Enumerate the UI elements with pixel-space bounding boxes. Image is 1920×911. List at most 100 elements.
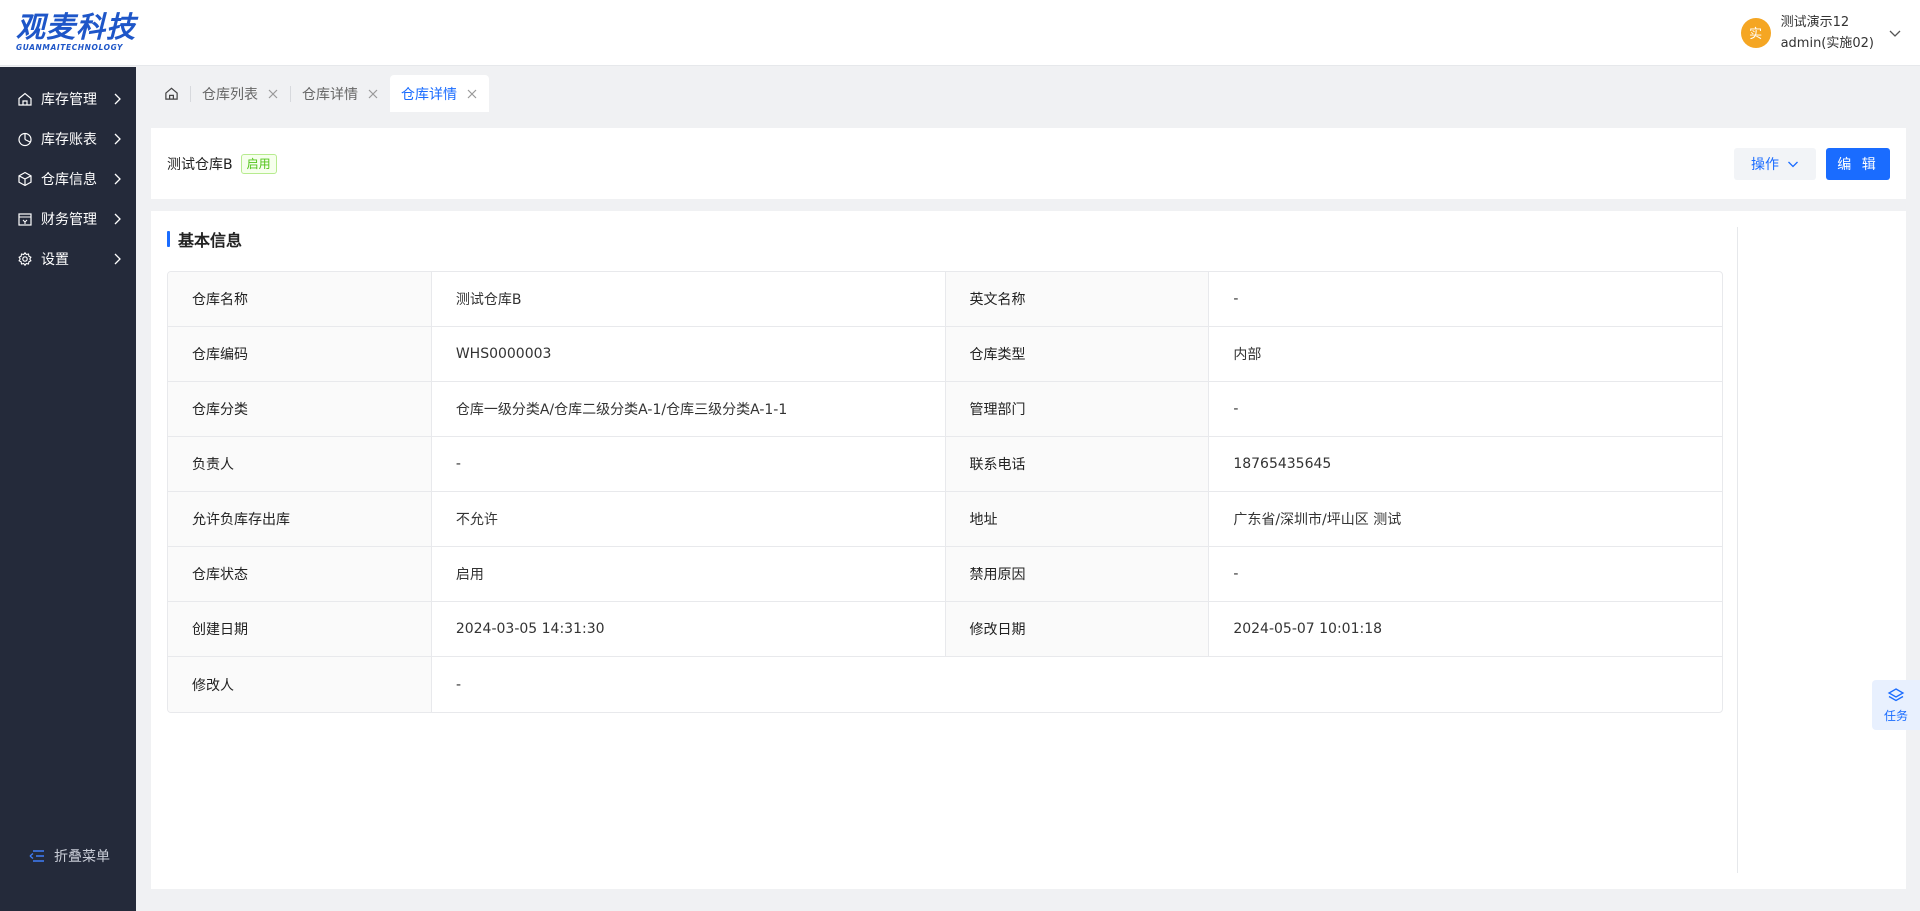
task-label: 任务 — [1883, 708, 1908, 723]
field-label: 修改日期 — [945, 602, 1210, 656]
tab-label: 仓库详情 — [302, 86, 358, 103]
sidebar-item-label: 设置 — [41, 252, 69, 268]
page-tabs: 仓库列表 仓库详情 仓库详情 — [136, 67, 1920, 112]
field-value: 测试仓库B — [432, 272, 946, 326]
table-row: 仓库分类 仓库一级分类A/仓库二级分类A-1/仓库三级分类A-1-1 管理部门 … — [168, 382, 1722, 437]
field-value: 广东省/深圳市/坪山区 测试 — [1233, 512, 1402, 528]
section-title-text: 基本信息 — [178, 231, 243, 250]
tab-warehouse-detail-active[interactable]: 仓库详情 — [390, 75, 489, 112]
cube-icon — [16, 170, 34, 188]
sidebar: 库存管理 库存账表 仓库信息 财务管理 设置 折叠菜单 — [0, 67, 136, 911]
field-label: 仓库类型 — [945, 327, 1210, 381]
field-value: - — [1233, 566, 1239, 582]
field-value: - — [456, 676, 462, 693]
layers-icon — [1887, 687, 1905, 701]
operation-dropdown-button[interactable]: 操作 — [1734, 147, 1816, 180]
user-menu[interactable]: 实 测试演示12 admin(实施02) — [1740, 12, 1902, 54]
home-icon — [16, 90, 34, 108]
user-account: admin(实施02) — [1780, 35, 1874, 51]
sidebar-item-finance[interactable]: 财务管理 — [0, 199, 136, 239]
chevron-down-icon[interactable] — [1888, 26, 1902, 40]
field-label: 负责人 — [168, 437, 432, 491]
sidebar-item-label: 仓库信息 — [41, 172, 97, 188]
top-header: 观麦科技 GUANMAITECHNOLOGY 实 测试演示12 admin(实施… — [0, 0, 1920, 66]
field-label: 允许负库存出库 — [168, 492, 432, 546]
operation-label: 操作 — [1751, 156, 1779, 173]
field-label: 联系电话 — [945, 437, 1210, 491]
close-icon[interactable] — [267, 88, 279, 100]
basic-info-card: 基本信息 仓库名称 测试仓库B 英文名称 - 仓库编码 WHS0000003 仓… — [151, 211, 1906, 889]
tab-label: 仓库列表 — [202, 86, 258, 103]
field-value: 18765435645 — [1233, 456, 1332, 472]
field-label: 修改人 — [168, 657, 432, 712]
menu-fold-icon — [29, 850, 44, 862]
table-row: 仓库状态 启用 禁用原因 - — [168, 547, 1722, 602]
logo-subtext: GUANMAITECHNOLOGY — [16, 43, 124, 52]
field-label: 地址 — [945, 492, 1210, 546]
sidebar-item-inventory[interactable]: 库存管理 — [0, 79, 136, 119]
sidebar-item-label: 财务管理 — [41, 212, 97, 228]
field-value: 启用 — [432, 547, 946, 601]
edit-button[interactable]: 编 辑 — [1826, 147, 1890, 180]
field-value: 仓库一级分类A/仓库二级分类A-1/仓库三级分类A-1-1 — [432, 382, 946, 436]
field-value: - — [1233, 291, 1239, 307]
sidebar-item-label: 库存管理 — [41, 92, 97, 108]
section-title-bar — [167, 231, 170, 247]
table-row: 创建日期 2024-03-05 14:31:30 修改日期 2024-05-07… — [168, 602, 1722, 657]
tab-label: 仓库详情 — [401, 86, 457, 103]
chevron-right-icon — [114, 133, 121, 145]
logo-text: 观麦科技 — [16, 10, 137, 44]
tab-home[interactable] — [152, 75, 190, 112]
detail-table: 仓库名称 测试仓库B 英文名称 - 仓库编码 WHS0000003 仓库类型 内… — [167, 271, 1723, 713]
field-value: WHS0000003 — [432, 327, 946, 381]
collapse-label: 折叠菜单 — [54, 849, 110, 865]
warehouse-name: 测试仓库B — [167, 156, 233, 173]
field-label: 英文名称 — [945, 272, 1210, 326]
divider — [1737, 227, 1738, 873]
field-label: 仓库状态 — [168, 547, 432, 601]
tab-warehouse-detail[interactable]: 仓库详情 — [291, 75, 390, 112]
detail-header-card: 测试仓库B 启用 操作 编 辑 — [151, 128, 1906, 199]
brand-logo[interactable]: 观麦科技 GUANMAITECHNOLOGY — [16, 12, 136, 53]
table-row: 修改人 - — [168, 657, 1722, 712]
sidebar-item-label: 库存账表 — [41, 132, 97, 148]
task-float-button[interactable]: 任务 — [1872, 680, 1920, 730]
table-row: 负责人 - 联系电话 18765435645 — [168, 437, 1722, 492]
field-value: - — [1233, 401, 1239, 417]
status-badge: 启用 — [240, 153, 277, 174]
table-row: 仓库名称 测试仓库B 英文名称 - — [168, 272, 1722, 327]
chevron-down-icon — [1788, 161, 1798, 167]
table-row: 允许负库存出库 不允许 地址 广东省/深圳市/坪山区 测试 — [168, 492, 1722, 547]
tab-warehouse-list[interactable]: 仓库列表 — [191, 75, 290, 112]
chevron-right-icon — [114, 173, 121, 185]
field-value: 2024-05-07 10:01:18 — [1233, 621, 1383, 637]
field-label: 仓库分类 — [168, 382, 432, 436]
header-actions: 操作 编 辑 — [1734, 147, 1890, 180]
avatar: 实 — [1740, 17, 1771, 48]
field-value: 不允许 — [432, 492, 946, 546]
chevron-right-icon — [114, 253, 121, 265]
sidebar-item-settings[interactable]: 设置 — [0, 239, 136, 279]
gear-icon — [16, 250, 34, 268]
field-value: 2024-03-05 14:31:30 — [432, 602, 946, 656]
sidebar-item-inventory-report[interactable]: 库存账表 — [0, 119, 136, 159]
section-title: 基本信息 — [167, 227, 242, 251]
field-label: 管理部门 — [945, 382, 1210, 436]
pie-chart-icon — [16, 130, 34, 148]
field-label: 创建日期 — [168, 602, 432, 656]
close-icon[interactable] — [466, 88, 478, 100]
sidebar-item-warehouse-info[interactable]: 仓库信息 — [0, 159, 136, 199]
home-icon — [164, 87, 178, 100]
chevron-right-icon — [114, 213, 121, 225]
page-title: 测试仓库B 启用 — [167, 153, 277, 174]
user-info: 测试演示12 admin(实施02) — [1781, 12, 1874, 54]
field-label: 禁用原因 — [945, 547, 1210, 601]
field-label: 仓库名称 — [168, 272, 432, 326]
close-icon[interactable] — [367, 88, 379, 100]
wallet-icon — [16, 210, 34, 228]
collapse-menu-button[interactable]: 折叠菜单 — [28, 846, 110, 866]
user-company: 测试演示12 — [1780, 14, 1850, 30]
field-value: 内部 — [1233, 347, 1262, 363]
table-row: 仓库编码 WHS0000003 仓库类型 内部 — [168, 327, 1722, 382]
chevron-right-icon — [114, 93, 121, 105]
